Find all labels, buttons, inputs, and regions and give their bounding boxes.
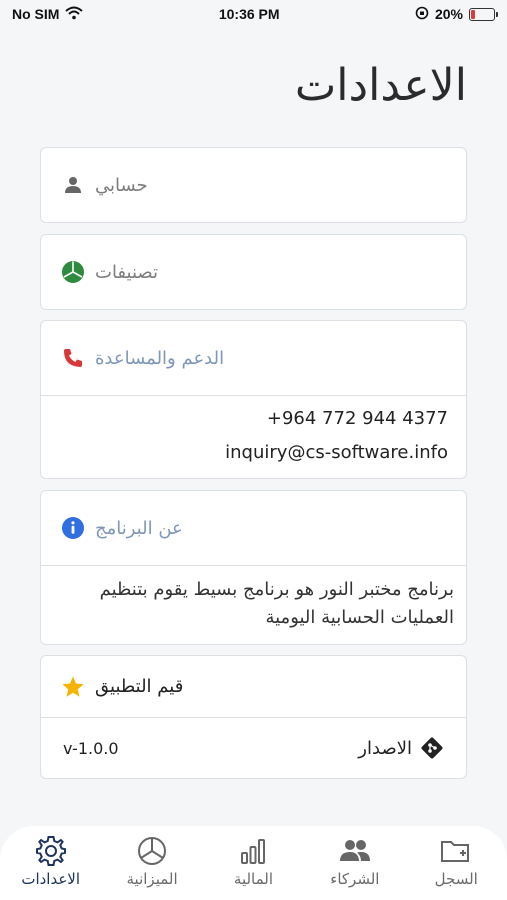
- account-row[interactable]: حسابي: [41, 148, 466, 222]
- gear-icon: [34, 834, 68, 868]
- categories-label: تصنيفات: [95, 261, 159, 283]
- tab-settings-label: الاعدادات: [21, 870, 81, 888]
- wifi-icon: [65, 6, 84, 23]
- pie-icon: [135, 834, 169, 868]
- people-icon: [338, 834, 372, 868]
- tab-records-label: السجل: [434, 870, 478, 888]
- about-card: عن البرنامج برنامج مختبر النور هو برنامج…: [40, 490, 467, 645]
- bottom-tab-bar: الاعدادات الميزانية المالية الشركاء السج…: [0, 826, 507, 900]
- about-label: عن البرنامج: [95, 517, 183, 539]
- rate-row[interactable]: قيم التطبيق: [41, 656, 466, 717]
- git-diamond-icon: [420, 736, 444, 760]
- status-bar: No SIM 10:36 PM 20%: [0, 0, 507, 28]
- version-row: v-1.0.0 الاصدار: [41, 718, 466, 778]
- pie-chart-icon: [61, 260, 85, 284]
- rate-version-card: قيم التطبيق v-1.0.0 الاصدار: [40, 655, 467, 779]
- support-header[interactable]: الدعم والمساعدة: [41, 321, 466, 395]
- support-phone[interactable]: +964 772 944 4377: [51, 402, 456, 436]
- tab-records[interactable]: السجل: [411, 834, 501, 888]
- tab-partners[interactable]: الشركاء: [310, 834, 400, 888]
- phone-icon: [61, 346, 85, 370]
- tab-budget-label: الميزانية: [126, 870, 178, 888]
- about-text: برنامج مختبر النور هو برنامج بسيط يقوم ب…: [99, 579, 454, 628]
- account-card[interactable]: حسابي: [40, 147, 467, 223]
- categories-row[interactable]: تصنيفات: [41, 235, 466, 309]
- carrier-text: No SIM: [12, 6, 60, 22]
- battery-icon: [469, 7, 498, 21]
- tab-finance-label: المالية: [233, 870, 274, 888]
- tab-finance[interactable]: المالية: [208, 834, 298, 888]
- tab-partners-label: الشركاء: [330, 870, 380, 888]
- user-icon: [61, 173, 85, 197]
- about-header[interactable]: عن البرنامج: [41, 491, 466, 565]
- star-icon: [61, 675, 85, 699]
- info-icon: [61, 516, 85, 540]
- page-title: الاعدادات: [294, 60, 467, 111]
- bar-chart-icon: [236, 834, 270, 868]
- version-label: الاصدار: [358, 737, 412, 759]
- tab-budget[interactable]: الميزانية: [107, 834, 197, 888]
- clock-text: 10:36 PM: [218, 6, 280, 22]
- tab-settings[interactable]: الاعدادات: [6, 834, 96, 888]
- account-label: حسابي: [95, 174, 148, 196]
- support-email[interactable]: inquiry@cs-software.info: [51, 436, 456, 470]
- support-label: الدعم والمساعدة: [95, 347, 225, 369]
- orientation-lock-icon: [415, 6, 429, 23]
- version-value: v-1.0.0: [63, 738, 119, 758]
- rate-label: قيم التطبيق: [95, 676, 184, 697]
- folder-add-icon: [439, 834, 473, 868]
- battery-percent: 20%: [434, 6, 463, 22]
- categories-card[interactable]: تصنيفات: [40, 234, 467, 310]
- support-card: الدعم والمساعدة +964 772 944 4377 inquir…: [40, 320, 467, 479]
